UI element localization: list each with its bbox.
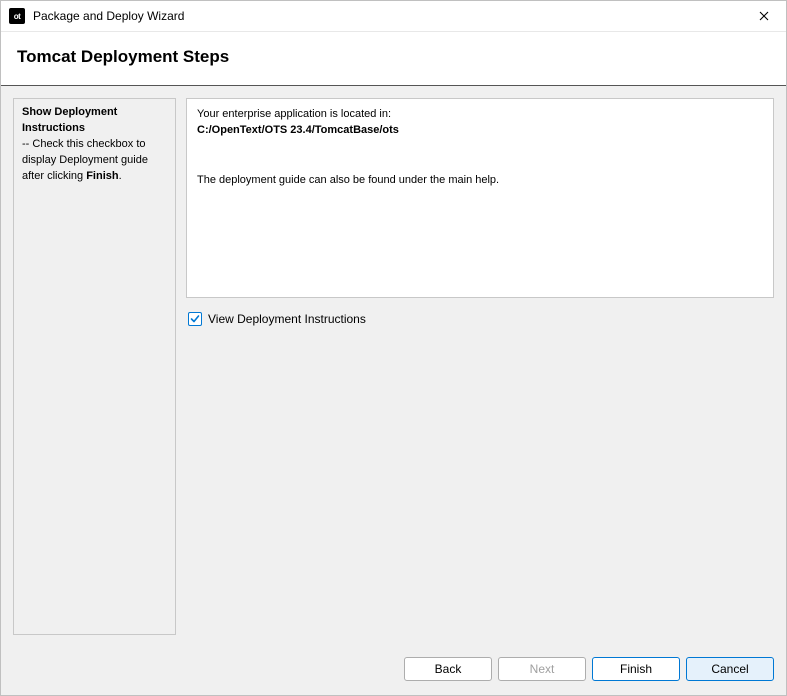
side-desc-suffix: . — [119, 170, 122, 182]
titlebar: ot Package and Deploy Wizard — [1, 1, 786, 32]
side-description: -- Check this checkbox to display Deploy… — [22, 137, 167, 185]
info-box: Your enterprise application is located i… — [186, 98, 774, 298]
content-area: Show Deployment Instructions -- Check th… — [1, 86, 786, 647]
close-button[interactable] — [741, 1, 786, 32]
help-note: The deployment guide can also be found u… — [197, 173, 763, 189]
side-heading: Show Deployment Instructions — [22, 105, 167, 137]
app-path: C:/OpenText/OTS 23.4/TomcatBase/ots — [197, 123, 763, 139]
view-instructions-row: View Deployment Instructions — [186, 298, 774, 340]
view-instructions-checkbox[interactable] — [188, 312, 202, 326]
page-title: Tomcat Deployment Steps — [17, 47, 770, 67]
app-icon: ot — [9, 8, 25, 24]
wizard-header: Tomcat Deployment Steps — [1, 32, 786, 86]
close-icon — [759, 11, 769, 21]
side-panel: Show Deployment Instructions -- Check th… — [13, 98, 176, 635]
finish-button[interactable]: Finish — [592, 657, 680, 681]
back-button[interactable]: Back — [404, 657, 492, 681]
view-instructions-label[interactable]: View Deployment Instructions — [208, 312, 366, 326]
window-title: Package and Deploy Wizard — [33, 9, 741, 23]
side-desc-bold: Finish — [86, 170, 118, 182]
side-desc-text: -- Check this checkbox to display Deploy… — [22, 138, 148, 182]
next-button: Next — [498, 657, 586, 681]
main-panel: Your enterprise application is located i… — [186, 98, 774, 635]
footer: Back Next Finish Cancel — [1, 647, 786, 695]
cancel-button[interactable]: Cancel — [686, 657, 774, 681]
checkmark-icon — [190, 314, 200, 324]
intro-text: Your enterprise application is located i… — [197, 107, 763, 123]
